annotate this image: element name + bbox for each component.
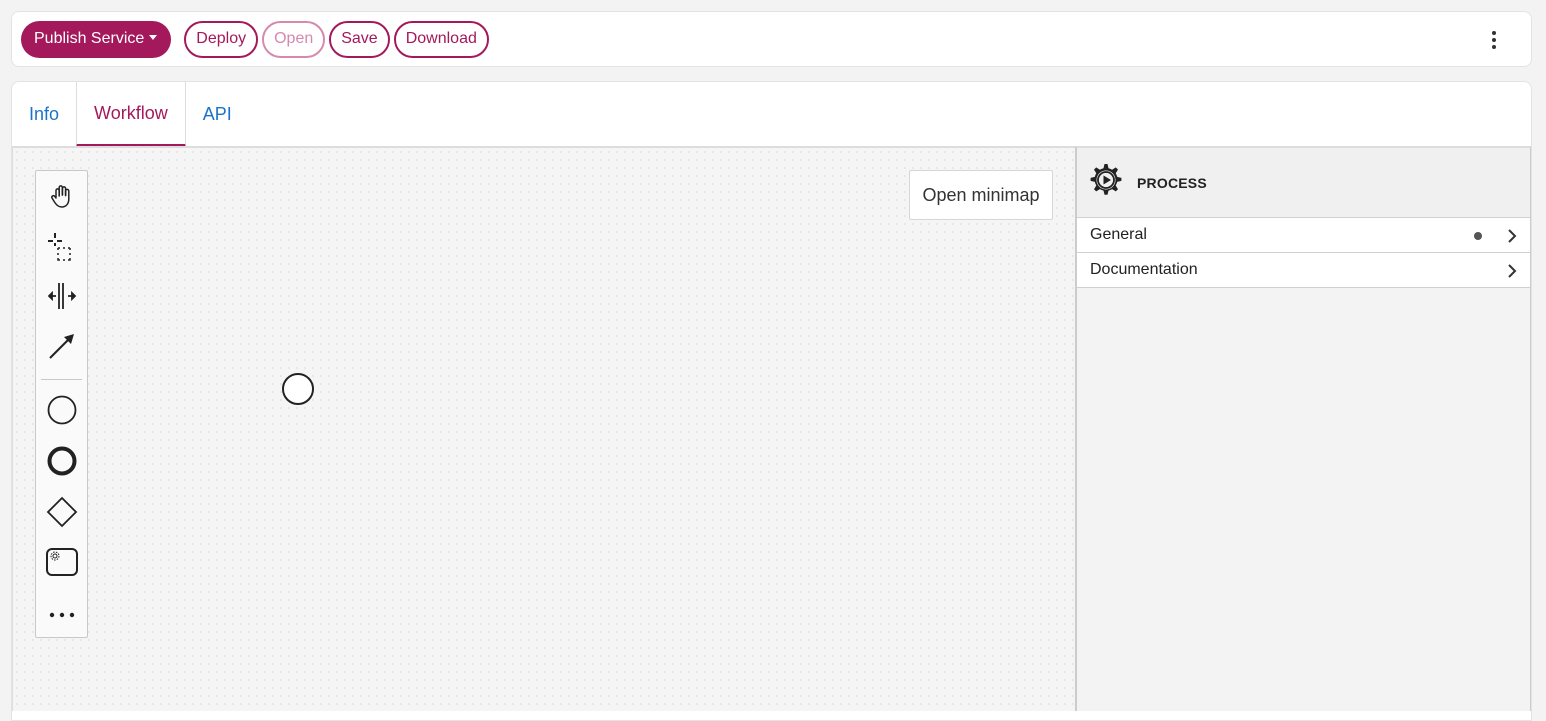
lasso-tool-icon[interactable]: [40, 224, 84, 268]
open-button[interactable]: Open: [262, 20, 326, 58]
palette-separator: [41, 379, 82, 380]
tab-api[interactable]: API: [185, 82, 249, 147]
connect-tool-icon[interactable]: [40, 324, 84, 368]
start-event-shape[interactable]: [282, 373, 314, 405]
space-tool-icon[interactable]: [40, 274, 84, 318]
tab-bar: Info Workflow API: [12, 82, 249, 147]
group-general[interactable]: General: [1077, 218, 1530, 253]
top-toolbar: Publish Service Deploy Open Save Downloa…: [11, 11, 1532, 67]
caret-down-icon: [149, 34, 158, 40]
hand-tool-icon[interactable]: [40, 174, 84, 218]
group-general-label: General: [1090, 226, 1147, 243]
chevron-right-icon: [1506, 228, 1518, 249]
start-event-icon[interactable]: [40, 388, 84, 432]
properties-title: PROCESS: [1137, 174, 1207, 191]
download-button[interactable]: Download: [393, 20, 489, 58]
tab-workflow[interactable]: Workflow: [76, 82, 186, 147]
gateway-icon[interactable]: [40, 490, 84, 534]
process-gear-icon: [1087, 161, 1125, 204]
tab-info[interactable]: Info: [12, 82, 77, 147]
group-documentation[interactable]: Documentation: [1077, 253, 1530, 288]
indicator-dot-icon: [1474, 232, 1482, 240]
publish-service-label: Publish Service: [34, 30, 145, 47]
save-button[interactable]: Save: [329, 20, 390, 58]
service-task-icon[interactable]: [40, 540, 84, 584]
group-documentation-label: Documentation: [1090, 261, 1198, 278]
kebab-vertical-icon[interactable]: [1491, 31, 1497, 49]
properties-panel: PROCESS General Documentation: [1075, 146, 1531, 711]
publish-service-button[interactable]: Publish Service: [21, 20, 172, 58]
tool-palette: [35, 170, 88, 638]
properties-header: PROCESS: [1077, 148, 1530, 218]
deploy-button[interactable]: Deploy: [184, 20, 259, 58]
open-minimap-button[interactable]: Open minimap: [909, 170, 1053, 220]
chevron-right-icon: [1506, 263, 1518, 284]
diagram-canvas[interactable]: Open minimap: [12, 146, 1076, 711]
more-tools-icon[interactable]: [40, 593, 84, 637]
end-event-icon[interactable]: [40, 439, 84, 483]
